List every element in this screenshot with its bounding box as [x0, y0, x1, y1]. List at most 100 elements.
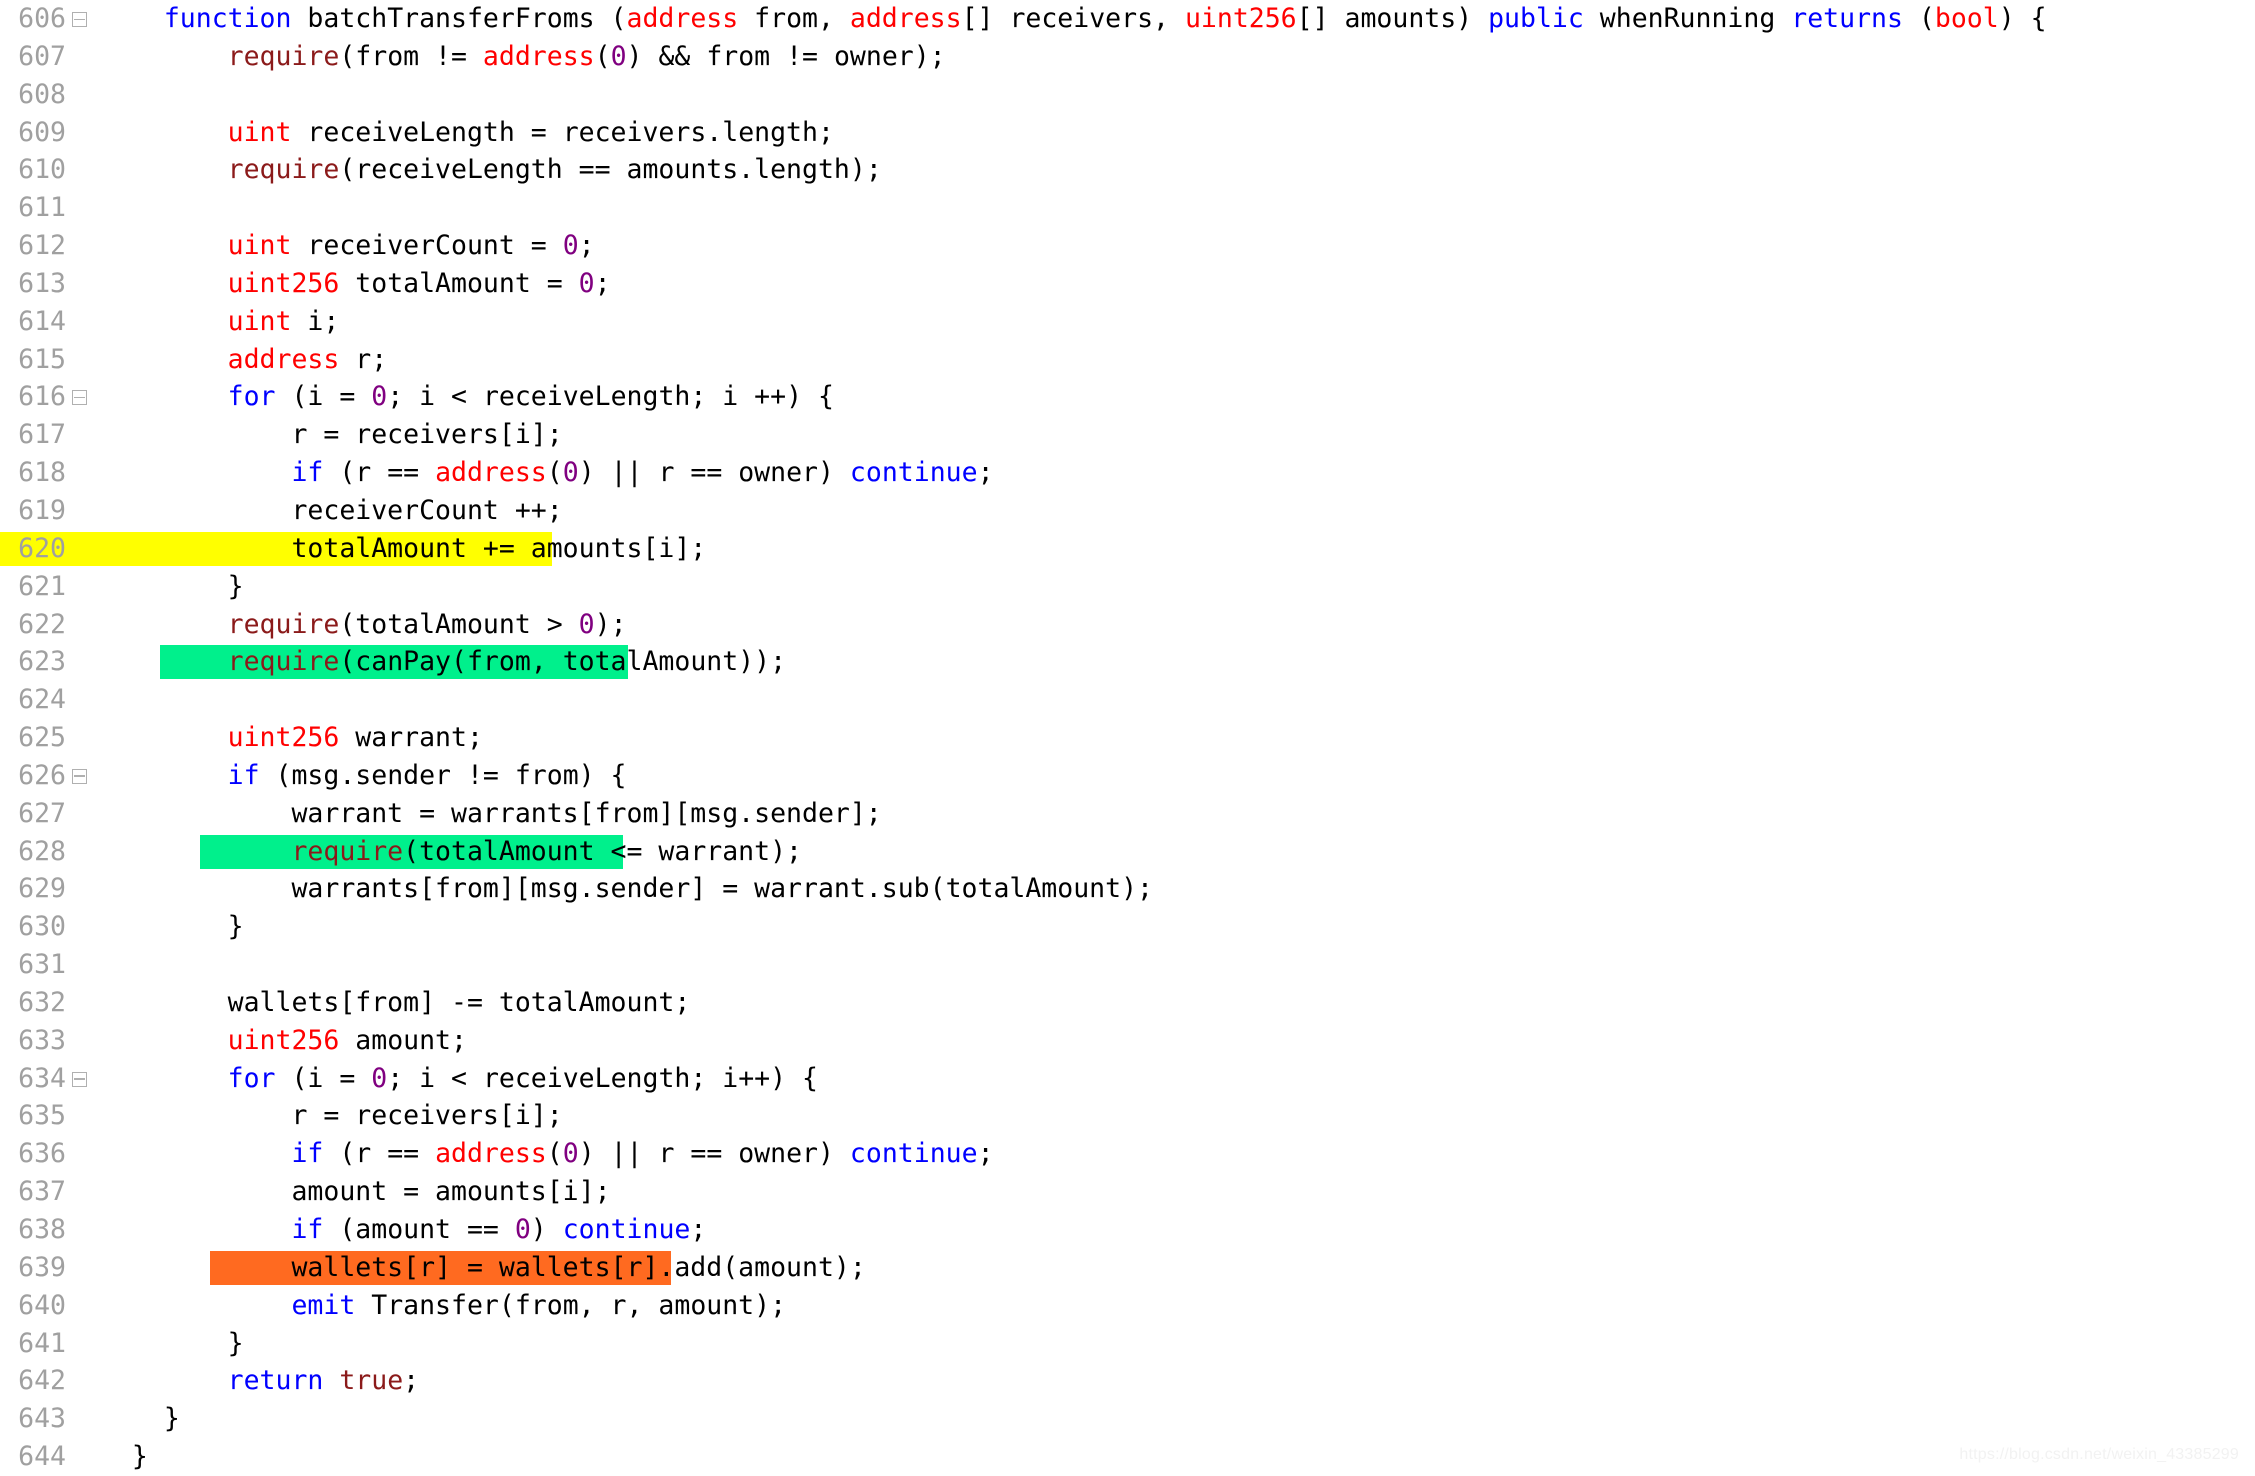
- code-token: (i =: [275, 1062, 372, 1094]
- code-token: r = receivers[i];: [291, 419, 563, 451]
- code-token: continue: [849, 457, 978, 489]
- code-text: return true;: [100, 1362, 420, 1400]
- code-line[interactable]: 627 warrant = warrants[from][msg.sender]…: [0, 795, 2255, 833]
- code-line[interactable]: 620 totalAmount += amounts[i];: [0, 530, 2255, 568]
- code-line[interactable]: 618 if (r == address(0) || r == owner) c…: [0, 454, 2255, 492]
- code-line[interactable]: 621 }: [0, 568, 2255, 606]
- code-token: ;: [594, 267, 611, 299]
- code-text: wallets[from] -= totalAmount;: [100, 984, 691, 1022]
- code-line[interactable]: 606 function batchTransferFroms (address…: [0, 0, 2255, 38]
- code-token: (r ==: [323, 457, 436, 489]
- code-line[interactable]: 625 uint256 warrant;: [0, 719, 2255, 757]
- line-number: 637: [18, 1176, 66, 1208]
- code-line[interactable]: 611: [0, 189, 2255, 227]
- code-token: 0: [371, 1062, 388, 1094]
- fold-collapse-icon[interactable]: [72, 768, 87, 784]
- line-number: 631: [18, 949, 66, 981]
- code-line[interactable]: 638 if (amount == 0) continue;: [0, 1211, 2255, 1249]
- code-editor[interactable]: 606 function batchTransferFroms (address…: [0, 0, 2255, 1472]
- code-line[interactable]: 630 }: [0, 908, 2255, 946]
- code-line[interactable]: 632 wallets[from] -= totalAmount;: [0, 984, 2255, 1022]
- code-token: address: [227, 343, 340, 375]
- code-line[interactable]: 634 for (i = 0; i < receiveLength; i++) …: [0, 1060, 2255, 1098]
- code-text: address r;: [100, 341, 388, 379]
- code-text: uint256 totalAmount = 0;: [100, 265, 611, 303]
- code-text: }: [100, 568, 244, 606]
- code-line[interactable]: 628 require(totalAmount <= warrant);: [0, 833, 2255, 871]
- code-token: if: [291, 457, 324, 489]
- code-token: require: [227, 646, 340, 678]
- line-number: 610: [18, 154, 66, 186]
- line-number: 629: [18, 873, 66, 905]
- code-line[interactable]: 609 uint receiveLength = receivers.lengt…: [0, 114, 2255, 152]
- code-line[interactable]: 631: [0, 946, 2255, 984]
- line-number: 612: [18, 230, 66, 262]
- code-line[interactable]: 623 require(canPay(from, totalAmount));: [0, 643, 2255, 681]
- code-text: function batchTransferFroms (address fro…: [100, 0, 2047, 38]
- code-line[interactable]: 607 require(from != address(0) && from !…: [0, 38, 2255, 76]
- code-token: Transfer(from, r, amount);: [355, 1289, 787, 1321]
- code-line[interactable]: 617 r = receivers[i];: [0, 416, 2255, 454]
- code-token: (: [1902, 3, 1935, 34]
- line-number: 638: [18, 1214, 66, 1245]
- code-token: require: [291, 835, 404, 867]
- code-line[interactable]: 619 receiverCount ++;: [0, 492, 2255, 530]
- code-token: }: [227, 570, 244, 602]
- code-line[interactable]: 608: [0, 76, 2255, 114]
- code-line[interactable]: 629 warrants[from][msg.sender] = warrant…: [0, 870, 2255, 908]
- code-line[interactable]: 635 r = receivers[i];: [0, 1097, 2255, 1135]
- code-token: ; i < receiveLength; i ++) {: [387, 381, 834, 413]
- code-token: return: [227, 1365, 324, 1397]
- fold-collapse-icon[interactable]: [72, 1071, 87, 1087]
- code-token: (: [546, 1138, 563, 1170]
- code-token: address: [849, 3, 962, 34]
- code-line[interactable]: 639 wallets[r] = wallets[r].add(amount);: [0, 1249, 2255, 1287]
- code-token: (amount ==: [323, 1214, 515, 1245]
- code-line[interactable]: 641 }: [0, 1325, 2255, 1363]
- fold-collapse-icon[interactable]: [72, 390, 87, 406]
- line-number: 632: [18, 986, 66, 1018]
- code-line[interactable]: 610 require(receiveLength == amounts.len…: [0, 151, 2255, 189]
- line-number: 626: [18, 759, 66, 791]
- line-number: 624: [18, 684, 66, 716]
- code-token: uint: [227, 305, 292, 337]
- code-lines-container[interactable]: 606 function batchTransferFroms (address…: [0, 0, 2255, 1476]
- code-line[interactable]: 642 return true;: [0, 1362, 2255, 1400]
- code-line[interactable]: 633 uint256 amount;: [0, 1022, 2255, 1060]
- code-token: (: [594, 40, 611, 72]
- code-token: ;: [977, 1138, 994, 1170]
- code-line[interactable]: 612 uint receiverCount = 0;: [0, 227, 2255, 265]
- line-number: 628: [18, 835, 66, 867]
- fold-collapse-icon[interactable]: [72, 12, 87, 27]
- code-line[interactable]: 643 }: [0, 1400, 2255, 1438]
- code-token: (canPay(from, totalAmount));: [339, 646, 787, 678]
- code-line[interactable]: 615 address r;: [0, 341, 2255, 379]
- code-line[interactable]: 644 }: [0, 1438, 2255, 1476]
- code-line[interactable]: 616 for (i = 0; i < receiveLength; i ++)…: [0, 378, 2255, 416]
- code-token: for: [227, 1062, 276, 1094]
- code-text: warrants[from][msg.sender] = warrant.sub…: [100, 870, 1153, 908]
- code-line[interactable]: 640 emit Transfer(from, r, amount);: [0, 1287, 2255, 1325]
- line-number: 618: [18, 457, 66, 489]
- code-line[interactable]: 613 uint256 totalAmount = 0;: [0, 265, 2255, 303]
- code-text: warrant = warrants[from][msg.sender];: [100, 795, 882, 833]
- code-token: r;: [339, 343, 388, 375]
- code-line[interactable]: 622 require(totalAmount > 0);: [0, 606, 2255, 644]
- line-number: 625: [18, 722, 66, 754]
- code-line[interactable]: 637 amount = amounts[i];: [0, 1173, 2255, 1211]
- code-token: warrant = warrants[from][msg.sender];: [291, 797, 882, 829]
- line-number: 607: [18, 40, 66, 72]
- code-text: uint receiveLength = receivers.length;: [100, 114, 834, 152]
- code-line[interactable]: 626 if (msg.sender != from) {: [0, 757, 2255, 795]
- code-token: }: [227, 911, 244, 943]
- code-line[interactable]: 636 if (r == address(0) || r == owner) c…: [0, 1135, 2255, 1173]
- code-token: address: [626, 3, 739, 34]
- code-line[interactable]: 614 uint i;: [0, 303, 2255, 341]
- code-line[interactable]: 624: [0, 681, 2255, 719]
